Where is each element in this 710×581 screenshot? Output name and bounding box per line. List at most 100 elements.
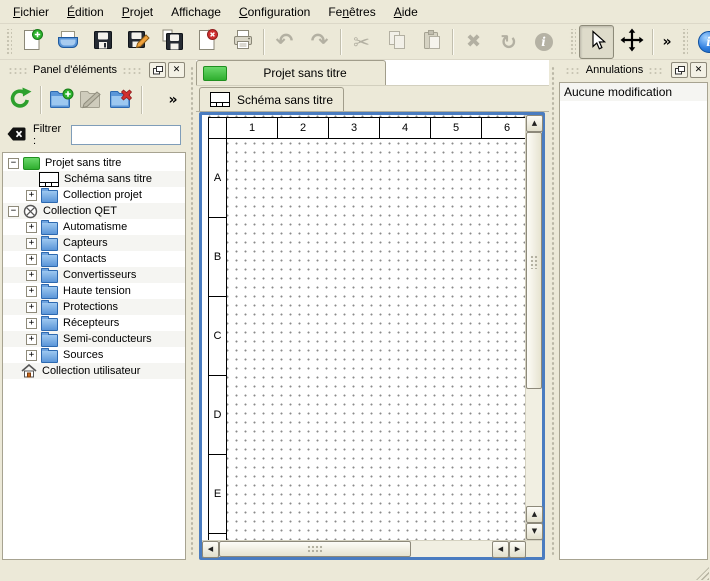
expand-icon[interactable]: + (26, 350, 37, 361)
close-document-button[interactable] (190, 25, 225, 59)
workspace: Projet sans titre Schéma sans titre 1 (196, 60, 549, 562)
tree-item-schema-sans-titre[interactable]: Schéma sans titre (3, 171, 185, 187)
undo-button[interactable]: ↶ (267, 25, 302, 59)
menu-fenetres[interactable]: Fenêtres (319, 2, 384, 22)
horizontal-scrollbar-thumb[interactable] (219, 541, 411, 557)
tree-item-semi-conducteurs[interactable]: + Semi-conducteurs (3, 331, 185, 347)
tree-item-capteurs[interactable]: + Capteurs (3, 235, 185, 251)
pan-mode-button[interactable] (614, 25, 649, 59)
expand-icon[interactable]: + (26, 190, 37, 201)
window-resize-grip[interactable] (696, 567, 709, 580)
close-panel-button[interactable]: ✕ (690, 62, 707, 78)
sheet-row-label: B (209, 218, 226, 297)
main-toolbar: ↶ ↷ ✂ ✖ ↻ i (0, 24, 710, 60)
collapse-icon[interactable]: − (8, 206, 19, 217)
save-all-button[interactable] (155, 25, 190, 59)
toolbar-separator (141, 86, 142, 114)
elements-panel-title: Panel d'éléments (33, 64, 117, 76)
collapse-icon[interactable]: − (8, 158, 19, 169)
scroll-left-button[interactable]: ◀ (202, 541, 219, 558)
toolbar-overflow-button[interactable]: » (656, 25, 678, 59)
selection-mode-button[interactable] (579, 25, 614, 59)
paste-button[interactable] (414, 25, 449, 59)
expand-icon[interactable]: + (26, 318, 37, 329)
tree-item-collection-qet[interactable]: − Collection QET (3, 203, 185, 219)
horizontal-scrollbar-track[interactable] (411, 541, 492, 557)
undo-list-item[interactable]: Aucune modification (560, 83, 707, 101)
sheet-column-label: 5 (431, 118, 482, 138)
edit-category-button[interactable] (76, 85, 106, 115)
tree-item-contacts[interactable]: + Contacts (3, 251, 185, 267)
toolbar-drag-handle[interactable] (5, 29, 12, 55)
expand-icon[interactable]: + (26, 254, 37, 265)
scroll-up-button[interactable]: ▲ (526, 506, 543, 523)
cut-button[interactable]: ✂ (344, 25, 379, 59)
tree-item-convertisseurs[interactable]: + Convertisseurs (3, 267, 185, 283)
tab-schema-sans-titre[interactable]: Schéma sans titre (199, 87, 344, 111)
save-button[interactable] (85, 25, 120, 59)
new-document-button[interactable] (15, 25, 50, 59)
print-button[interactable] (225, 25, 260, 59)
copy-button[interactable] (379, 25, 414, 59)
menu-bar: Fichier Édition Projet Affichage Configu… (0, 0, 710, 24)
rotate-button[interactable]: ↻ (491, 25, 526, 59)
tree-item-collection-projet[interactable]: + Collection projet (3, 187, 185, 203)
tree-item-haute-tension[interactable]: + Haute tension (3, 283, 185, 299)
about-button[interactable]: i (691, 25, 710, 59)
elements-panel-titlebar[interactable]: Panel d'éléments ✕ (0, 60, 188, 80)
horizontal-scrollbar[interactable]: ◀ ◀ ▶ (202, 541, 526, 557)
left-splitter-handle[interactable] (188, 60, 196, 562)
menu-edition[interactable]: Édition (58, 2, 113, 22)
tree-item-recepteurs[interactable]: + Récepteurs (3, 315, 185, 331)
tree-item-protections[interactable]: + Protections (3, 299, 185, 315)
panel-toolbar-overflow-button[interactable]: » (163, 85, 183, 115)
scroll-down-button[interactable]: ▼ (526, 523, 543, 540)
main-area: Panel d'éléments ✕ (0, 60, 710, 562)
scroll-up-button[interactable]: ▲ (526, 115, 543, 132)
expand-icon[interactable]: + (26, 302, 37, 313)
schema-canvas[interactable]: 1 2 3 4 5 6 A B C D (202, 115, 525, 540)
expand-icon[interactable]: + (26, 286, 37, 297)
move-cross-icon (620, 28, 644, 55)
undo-panel-titlebar[interactable]: Annulations ✕ (557, 60, 710, 80)
tab-projet-sans-titre[interactable]: Projet sans titre (196, 60, 386, 85)
schema-tab-bar: Schéma sans titre (196, 86, 549, 112)
rotate-icon: ↻ (500, 32, 517, 52)
toolbar-drag-handle[interactable] (681, 29, 688, 55)
scroll-right-button[interactable]: ▶ (509, 541, 526, 558)
tree-item-collection-utilisateur[interactable]: Collection utilisateur (3, 363, 185, 379)
float-panel-button[interactable] (149, 62, 166, 78)
open-button[interactable] (50, 25, 85, 59)
clear-filter-button[interactable] (7, 127, 26, 144)
vertical-scrollbar-track[interactable] (526, 389, 542, 506)
tree-item-projet-sans-titre[interactable]: − Projet sans titre (3, 155, 185, 171)
menu-configuration[interactable]: Configuration (230, 2, 319, 22)
dock-grip-texture (8, 66, 28, 74)
redo-button[interactable]: ↷ (302, 25, 337, 59)
toolbar-drag-handle[interactable] (569, 29, 576, 55)
tree-item-sources[interactable]: + Sources (3, 347, 185, 363)
delete-category-button[interactable] (106, 85, 136, 115)
menu-affichage[interactable]: Affichage (162, 2, 230, 22)
reload-collections-button[interactable] (5, 85, 35, 115)
menu-fichier[interactable]: Fichier (4, 2, 58, 22)
menu-aide[interactable]: Aide (385, 2, 427, 22)
delete-button[interactable]: ✖ (456, 25, 491, 59)
filter-input[interactable] (71, 125, 181, 145)
expand-icon[interactable]: + (26, 238, 37, 249)
sheet-row-label: C (209, 297, 226, 376)
expand-icon[interactable]: + (26, 222, 37, 233)
scroll-left-button[interactable]: ◀ (492, 541, 509, 558)
vertical-scrollbar[interactable]: ▲ ▲ ▼ (525, 115, 542, 540)
menu-projet[interactable]: Projet (113, 2, 162, 22)
tree-item-automatisme[interactable]: + Automatisme (3, 219, 185, 235)
vertical-scrollbar-thumb[interactable] (526, 132, 542, 389)
expand-icon[interactable]: + (26, 270, 37, 281)
right-splitter-handle[interactable] (549, 60, 557, 562)
save-as-button[interactable] (120, 25, 155, 59)
expand-icon[interactable]: + (26, 334, 37, 345)
new-category-button[interactable] (46, 85, 76, 115)
float-panel-button[interactable] (671, 62, 688, 78)
close-panel-button[interactable]: ✕ (168, 62, 185, 78)
element-info-button[interactable]: i (526, 25, 561, 59)
